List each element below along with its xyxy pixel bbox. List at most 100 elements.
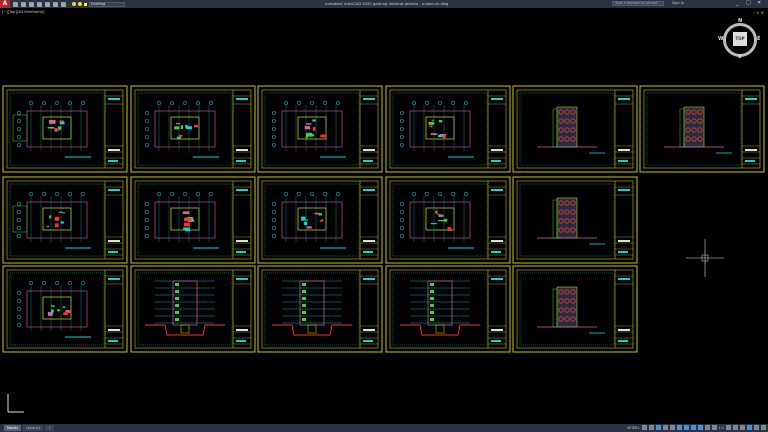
sheet-inner-border [261,89,379,169]
tab-model[interactable]: Model [4,425,21,431]
title-block [232,90,251,168]
tab-layout1[interactable]: Layout1 [22,425,44,431]
drawing-sheet-plan[interactable] [130,85,256,173]
sign-in-button[interactable]: Sign In [672,1,684,5]
clean-screen-icon[interactable] [754,425,759,430]
ucs-icon [7,394,24,413]
plan-drawing [399,100,474,158]
drawing-sheet-plan[interactable] [130,176,256,264]
model-space-toggle[interactable]: MODEL [627,426,639,430]
sheet-inner-border [6,89,124,169]
open-icon[interactable] [21,1,26,7]
grid-icon[interactable] [641,425,647,430]
drawing-area [137,92,233,166]
title-block [359,181,378,259]
tab-add[interactable]: + [45,425,55,431]
drawing-sheet-plan[interactable] [257,85,383,173]
title-block [614,181,633,259]
save-as-icon[interactable] [37,1,42,7]
layout-tabs: Model Layout1 + MODEL 1:1 [0,424,768,432]
ortho-icon[interactable] [655,425,661,430]
title-block [614,90,633,168]
drawing-sheet-sect[interactable] [385,265,511,353]
save-icon[interactable] [29,1,34,7]
drawing-sheet-plan[interactable] [385,85,511,173]
sect-drawing [145,280,225,336]
redo-icon[interactable] [61,1,66,7]
annotation-visibility-icon[interactable] [711,425,717,430]
search-input[interactable]: Type a keyword or phrase [612,1,664,6]
drawing-sheet-plan[interactable] [385,176,511,264]
maximize-button[interactable]: □ [746,1,751,6]
plan-drawing [12,191,91,249]
polar-icon[interactable] [662,425,668,430]
close-button[interactable]: ✕ [757,1,761,6]
hardware-acceleration-icon[interactable] [747,425,752,430]
compass-south[interactable]: S [738,54,742,60]
title-block [614,270,633,348]
app-title: Autodesk AutoCAD 2020 gedung rektorat ja… [325,1,449,6]
osnap-tracking-icon[interactable] [676,425,682,430]
sheet-inner-border [389,89,507,169]
drawing-sheet-elev[interactable] [639,85,765,173]
layer-name[interactable]: Drafting [89,1,125,7]
plan-drawing [12,100,91,158]
drawing-area [392,92,488,166]
layer-freeze-icon [78,2,82,6]
sect-drawing [400,280,480,336]
drawing-sheet-sect[interactable] [130,265,256,353]
title-block [104,90,123,168]
minimize-button[interactable]: _ [736,1,739,6]
title-block [487,90,506,168]
plot-icon[interactable] [45,1,50,7]
drawing-area [264,183,360,257]
drawing-sheet-plan[interactable] [2,265,128,353]
title-block [487,181,506,259]
drawing-area [264,92,360,166]
layer-on-icon [72,2,76,6]
drawing-sheet-elev[interactable] [512,265,638,353]
elev-drawing [664,106,732,154]
title-block [487,270,506,348]
compass-east[interactable]: E [757,36,760,42]
drawing-sheet-plan[interactable] [2,85,128,173]
isolate-icon[interactable] [740,425,745,430]
drawing-sheet-plan[interactable] [2,176,128,264]
drawing-sheet-elev[interactable] [512,176,638,264]
title-block [232,181,251,259]
viewport-label[interactable]: [−][Top][2D Wireframe] [2,10,44,14]
title-block [104,181,123,259]
autocad-logo-icon[interactable]: A [0,0,10,8]
isodraft-icon[interactable] [669,425,675,430]
compass-west[interactable]: W [718,36,724,42]
viewcube-top-face[interactable]: TOP [733,32,747,46]
new-icon[interactable] [13,1,18,7]
drawing-sheet-plan[interactable] [257,176,383,264]
layer-dropdown[interactable]: Drafting [72,1,125,7]
title-block [359,90,378,168]
lineweight-icon[interactable] [690,425,696,430]
undo-icon[interactable] [53,1,58,7]
plus-icon[interactable] [733,425,738,430]
elev-drawing [537,106,605,154]
snap-icon[interactable] [648,425,654,430]
plan-drawing [271,191,346,249]
compass-north[interactable]: N [738,18,742,24]
status-bar: MODEL 1:1 [627,425,766,430]
gear-icon[interactable] [726,425,731,430]
drawing-sheet-sect[interactable] [257,265,383,353]
drawing-sheet-elev[interactable] [512,85,638,173]
elev-drawing [537,286,605,334]
plan-drawing [144,100,219,158]
annotation-icon[interactable] [704,425,710,430]
elev-drawing [537,197,605,245]
annotation-scale[interactable]: 1:1 [719,426,724,430]
transparency-icon[interactable] [697,425,703,430]
customize-icon[interactable] [761,425,766,430]
viewport-controls[interactable]: – ▫ ✕ [753,10,764,15]
osnap-icon[interactable] [683,425,689,430]
viewcube[interactable]: TOP N E S W [718,18,762,62]
drawing-canvas[interactable] [0,0,768,432]
sheet-inner-border [6,180,124,260]
title-block [104,270,123,348]
